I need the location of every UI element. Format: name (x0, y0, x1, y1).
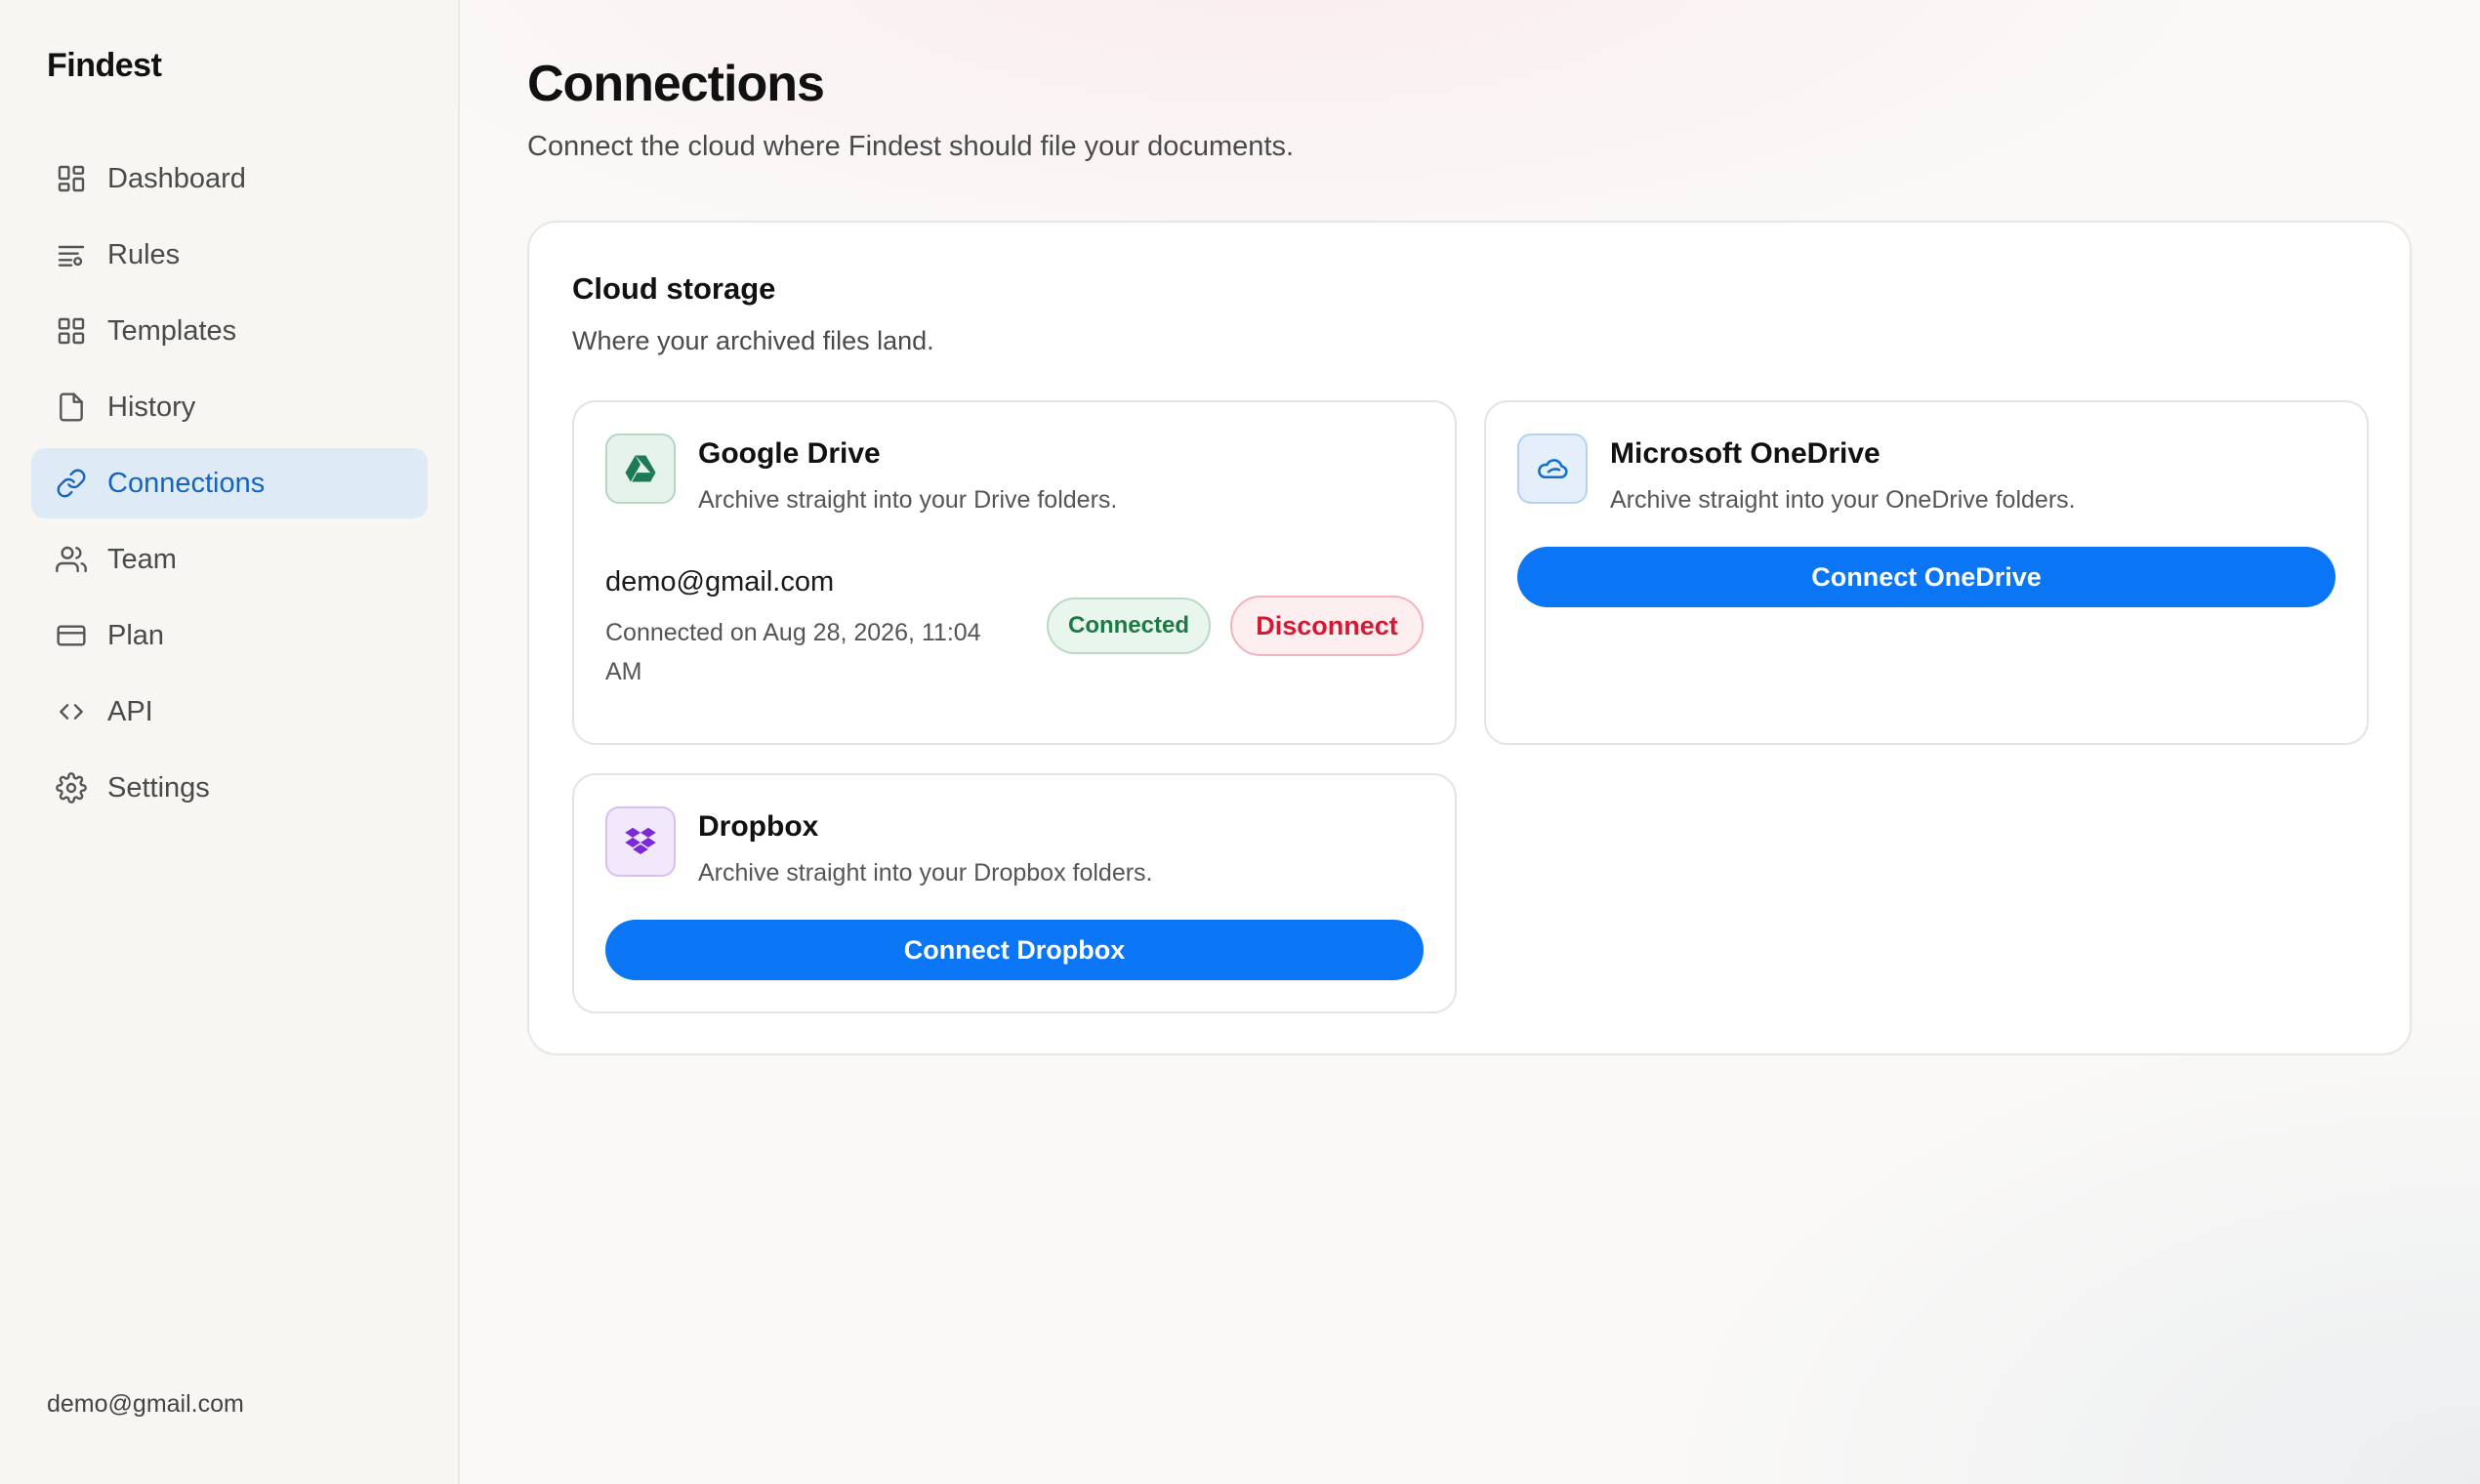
sidebar-item-label: Rules (107, 238, 181, 270)
provider-name: Google Drive (698, 437, 881, 470)
document-icon (55, 391, 88, 424)
sidebar-item-rules[interactable]: Rules (31, 220, 428, 290)
connected-timestamp: Connected on Aug 28, 2026, 11:04 AM (605, 619, 981, 685)
code-icon (55, 695, 88, 728)
sidebar: Findest Dashboard Rules Templates Histor… (0, 0, 460, 1484)
sidebar-nav: Dashboard Rules Templates History Connec… (31, 144, 428, 829)
disconnect-button[interactable]: Disconnect (1230, 596, 1424, 656)
status-badge: Connected (1047, 598, 1211, 654)
provider-name: Dropbox (698, 810, 819, 843)
provider-description: Archive straight into your Drive folders… (698, 486, 1118, 514)
connected-account-email: demo@gmail.com (605, 566, 835, 598)
provider-description: Archive straight into your OneDrive fold… (1610, 486, 2076, 514)
panel-title: Cloud storage (572, 271, 776, 306)
sidebar-item-label: Dashboard (107, 162, 246, 194)
provider-name: Microsoft OneDrive (1610, 437, 1881, 470)
onedrive-icon (1517, 433, 1588, 504)
sidebar-item-connections[interactable]: Connections (31, 448, 428, 518)
google-drive-icon (605, 433, 676, 504)
provider-description: Archive straight into your Dropbox folde… (698, 859, 1153, 886)
dashboard-icon (55, 162, 88, 195)
sidebar-item-history[interactable]: History (31, 372, 428, 442)
sidebar-item-label: Plan (107, 619, 165, 651)
sidebar-item-dashboard[interactable]: Dashboard (31, 144, 428, 214)
sidebar-item-label: Connections (107, 467, 266, 499)
rules-icon (55, 238, 88, 271)
connect-dropbox-button[interactable]: Connect Dropbox (605, 920, 1424, 980)
sidebar-item-label: Templates (107, 314, 237, 347)
sidebar-item-templates[interactable]: Templates (31, 296, 428, 366)
dropbox-card: Dropbox Archive straight into your Dropb… (572, 773, 1457, 1013)
users-icon (55, 543, 88, 576)
onedrive-card: Microsoft OneDrive Archive straight into… (1484, 400, 2369, 745)
cloud-storage-panel: Cloud storage Where your archived files … (527, 221, 2412, 1055)
sidebar-item-settings[interactable]: Settings (31, 753, 428, 823)
sidebar-item-plan[interactable]: Plan (31, 600, 428, 671)
link-icon (55, 467, 88, 500)
sidebar-item-label: Settings (107, 771, 210, 804)
sidebar-item-team[interactable]: Team (31, 524, 428, 595)
sidebar-item-api[interactable]: API (31, 677, 428, 747)
account-email-footer[interactable]: demo@gmail.com (47, 1390, 244, 1419)
sidebar-item-label: Team (107, 543, 177, 575)
google-drive-card: Google Drive Archive straight into your … (572, 400, 1457, 745)
templates-icon (55, 314, 88, 348)
page-subtitle: Connect the cloud where Findest should f… (527, 131, 1295, 162)
brand-logo[interactable]: Findest (47, 47, 162, 85)
page-title: Connections (527, 56, 825, 112)
gear-icon (55, 771, 88, 804)
connect-onedrive-button[interactable]: Connect OneDrive (1517, 547, 2335, 607)
panel-subtitle: Where your archived files land. (572, 326, 934, 355)
sidebar-item-label: API (107, 695, 153, 727)
credit-card-icon (55, 619, 88, 652)
dropbox-icon (605, 806, 676, 877)
sidebar-item-label: History (107, 391, 196, 423)
